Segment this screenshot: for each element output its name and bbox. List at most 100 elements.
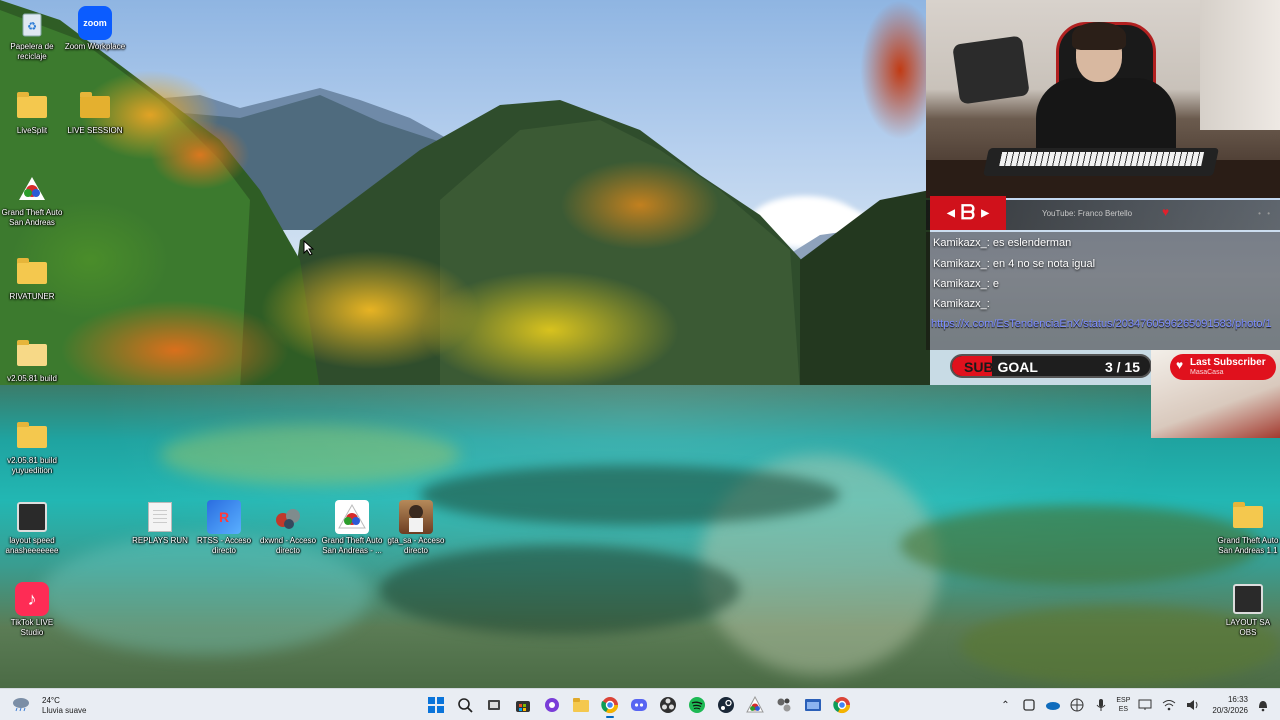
chat-message: Kamikazx_: e: [933, 278, 1000, 290]
obs-icon: [660, 697, 676, 713]
chat-user: Kamikazx_: [933, 278, 987, 290]
desktop-icon-gta-sa-11[interactable]: Grand Theft Auto San Andreas 1.1: [1217, 500, 1279, 556]
last-subscriber-name: MasaCasa: [1190, 369, 1224, 376]
weather-rain-icon: [13, 698, 29, 712]
recycle-bin-icon: ♻: [15, 6, 49, 40]
gta-launcher-icon: [335, 500, 369, 534]
spotify-button[interactable]: [683, 692, 711, 718]
chrome-button[interactable]: [596, 692, 624, 718]
chat-text: en 4 no se nota igual: [992, 258, 1096, 270]
tray-overflow-button[interactable]: ⌃: [996, 696, 1014, 714]
chrome-icon-2: [833, 697, 851, 714]
volume-button[interactable]: [1184, 696, 1202, 714]
gta-launcher-button[interactable]: [741, 692, 769, 718]
notifications-button[interactable]: [1254, 696, 1272, 714]
steam-button[interactable]: [712, 692, 740, 718]
zoom-icon: zoom: [78, 6, 112, 40]
language-indicator[interactable]: ESP ES: [1116, 696, 1130, 714]
desktop-icon-gta-sa-launcher[interactable]: Grand Theft Auto San Andreas - ...: [321, 500, 383, 556]
task-view-icon: [488, 700, 500, 710]
display-icon: [1138, 699, 1152, 710]
desktop-icon-label: LAYOUT SA OBS: [1225, 618, 1271, 637]
desktop-icon-tiktok[interactable]: ♪ TikTok LIVE Studio: [1, 582, 63, 638]
chat-text: es eslenderman: [992, 237, 1072, 249]
desktop-icon-label: v2.05.81 build yuyuedition: [7, 456, 57, 475]
desktop-icon-dxwnd[interactable]: dxwnd - Acceso directo: [257, 500, 319, 556]
folder-icon: [15, 420, 49, 454]
desktop-icon-build-yuyu[interactable]: v2.05.81 build yuyuedition: [1, 420, 63, 476]
wifi-button[interactable]: [1160, 696, 1178, 714]
store-icon: [516, 701, 530, 712]
file-explorer-icon: [573, 698, 589, 712]
search-icon: [458, 698, 473, 713]
desktop-icon-label: Grand Theft Auto San Andreas: [1, 208, 63, 227]
taskbar: 24°C Lluvia suave ⌃ ESP ES 16:33 20/3/20…: [0, 688, 1280, 720]
tools-icon: [777, 698, 791, 712]
tray-app-icon: [1023, 699, 1036, 711]
chat-text: e: [992, 278, 1000, 290]
microphone-icon: [1097, 699, 1106, 711]
search-button[interactable]: [451, 692, 479, 718]
keyboard-instrument: [983, 148, 1219, 176]
chat-box: Kamikazx_: es eslenderman Kamikazx_: en …: [926, 232, 1280, 350]
channel-logo: ◀ ᗷ ▶: [930, 196, 1006, 230]
folder-icon: [15, 90, 49, 124]
store-button[interactable]: [509, 692, 537, 718]
folder-icon: [1231, 500, 1265, 534]
tray-app-button[interactable]: [1020, 696, 1038, 714]
desktop-icon-layout-sa-obs[interactable]: LAYOUT SA OBS: [1217, 582, 1279, 638]
desktop-icon-recycle-bin[interactable]: ♻ Papelera de reciclaje: [1, 6, 63, 62]
desktop-icon-zoom[interactable]: zoom Zoom Workplace: [64, 6, 126, 52]
circle-app-button[interactable]: [538, 692, 566, 718]
onedrive-icon: [1046, 702, 1061, 710]
desktop-icon-livesplit[interactable]: LiveSplit: [1, 90, 63, 136]
tray-cloud-button[interactable]: [1044, 696, 1062, 714]
chrome-icon: [601, 697, 619, 714]
desktop-icon-label: REPLAYS RUN: [132, 536, 188, 545]
last-subscriber-widget: ♥ Last Subscriber MasaCasa: [1151, 350, 1280, 438]
display-button[interactable]: [1136, 696, 1154, 714]
desktop-icon-label: Zoom Workplace: [64, 42, 126, 51]
desktop-icon-replays-run[interactable]: REPLAYS RUN: [129, 500, 191, 546]
obs-button[interactable]: [654, 692, 682, 718]
desktop-icon-rivatuner[interactable]: RIVATUNER: [1, 256, 63, 302]
clock[interactable]: 16:33 20/3/2026: [1212, 694, 1248, 716]
desktop-icon-label: RIVATUNER: [9, 292, 55, 301]
clock-date: 20/3/2026: [1212, 706, 1248, 715]
weather-condition: Lluvia suave: [42, 706, 87, 715]
chat-link[interactable]: https://x.com/EsTendenciaEnX/status/2034…: [931, 316, 1277, 332]
wifi-icon: [1163, 700, 1176, 711]
tools-button[interactable]: [770, 692, 798, 718]
monitor-icon: [1231, 582, 1265, 616]
discord-button[interactable]: [625, 692, 653, 718]
start-button[interactable]: [422, 692, 450, 718]
desktop-icon-build[interactable]: v2.05.81 build: [1, 338, 63, 384]
desktop-icon-gta-sa[interactable]: Grand Theft Auto San Andreas: [1, 172, 63, 228]
desktop-icon-label: Grand Theft Auto San Andreas - ...: [321, 536, 383, 555]
windows-start-icon: [428, 697, 444, 713]
desktop-icon-gta-sa-exe[interactable]: gta_sa - Acceso directo: [385, 500, 447, 556]
weather-widget[interactable]: 24°C Lluvia suave: [10, 693, 120, 717]
desktop-icon-label: TikTok LIVE Studio: [10, 618, 54, 637]
network-button[interactable]: [1068, 696, 1086, 714]
file-explorer-button[interactable]: [567, 692, 595, 718]
sub-goal-bar: SUB GOAL 3 / 15: [950, 354, 1152, 378]
gta-sa-icon: [399, 500, 433, 534]
microphone-button[interactable]: [1092, 696, 1110, 714]
desktop-icon-label: gta_sa - Acceso directo: [387, 536, 445, 555]
desktop-icon-rtss[interactable]: R RTSS - Acceso directo: [193, 500, 255, 556]
heart-icon: ♥: [1162, 205, 1170, 219]
clock-time: 16:33: [1227, 695, 1248, 704]
desktop-icon-label: LiveSplit: [16, 126, 48, 135]
chat-user: Kamikazx_: [933, 298, 987, 310]
folder-icon: [15, 338, 49, 372]
desktop-icon-layout-speed[interactable]: layout speed anasheeeeeee: [1, 500, 63, 556]
chrome-button-2[interactable]: [828, 692, 856, 718]
window-app-button[interactable]: [799, 692, 827, 718]
desktop-icon-label: Grand Theft Auto San Andreas 1.1: [1217, 536, 1279, 555]
webcam-feed: [926, 0, 1280, 198]
task-view-button[interactable]: [480, 692, 508, 718]
chevron-up-icon: ⌃: [1001, 699, 1010, 711]
dxwnd-icon: [271, 500, 305, 534]
desktop-icon-live-session[interactable]: LIVE SESSION: [64, 90, 126, 136]
